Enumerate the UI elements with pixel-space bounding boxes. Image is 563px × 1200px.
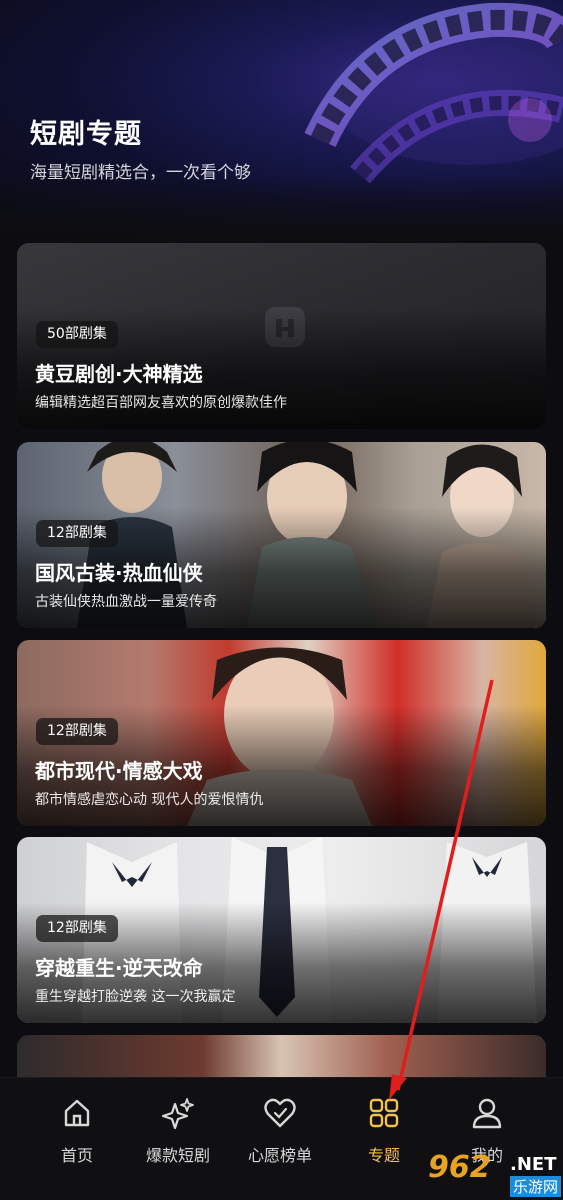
header-fade: [0, 175, 563, 235]
card-title: 国风古装·热血仙侠: [35, 561, 203, 585]
card-description: 编辑精选超百部网友喜欢的原创爆款佳作: [35, 395, 287, 411]
tab-label: 专题: [367, 1146, 400, 1165]
card-title: 黄豆剧创·大神精选: [35, 362, 203, 386]
card-title: 穿越重生·逆天改命: [35, 956, 203, 980]
episode-count-badge: 50部剧集: [36, 321, 118, 348]
card-description: 重生穿越打脸逆袭 这一次我赢定: [35, 989, 236, 1005]
page-title: 短剧专题: [30, 119, 142, 150]
grid-icon: [369, 1098, 399, 1128]
card-description: 古装仙侠热血激战一量爱传奇: [35, 594, 217, 610]
tab-home[interactable]: 首页: [27, 1096, 127, 1166]
episode-count-badge: 12部剧集: [36, 915, 118, 942]
topic-card-4[interactable]: 12部剧集 穿越重生·逆天改命 重生穿越打脸逆袭 这一次我赢定: [17, 837, 546, 1023]
watermark-sub: 乐游网: [510, 1176, 562, 1197]
card-description: 都市情感虐恋心动 现代人的爱恨情仇: [35, 792, 264, 808]
page-subtitle: 海量短剧精选合，一次看个够: [30, 163, 251, 183]
card-title: 都市现代·情感大戏: [35, 759, 203, 783]
watermark-net: .NET: [510, 1154, 557, 1175]
episode-count-badge: 12部剧集: [36, 718, 118, 745]
tab-label: 首页: [60, 1146, 93, 1165]
topic-card-1[interactable]: 50部剧集 黄豆剧创·大神精选 编辑精选超百部网友喜欢的原创爆款佳作: [17, 243, 546, 429]
tab-label: 心愿榜单: [247, 1146, 312, 1165]
tab-topics[interactable]: 专题: [334, 1096, 434, 1166]
site-watermark: 962 .NET 乐游网: [428, 1150, 563, 1200]
tab-wishlist[interactable]: 心愿榜单: [230, 1096, 330, 1166]
user-icon: [472, 1098, 502, 1129]
topic-card-2[interactable]: 12部剧集 国风古装·热血仙侠 古装仙侠热血激战一量爱传奇: [17, 442, 546, 628]
header-banner: 短剧专题 海量短剧精选合，一次看个够: [0, 0, 563, 235]
sparkle-icon: [161, 1098, 194, 1130]
watermark-logo: 962: [428, 1150, 491, 1185]
film-reel-art: [304, 2, 563, 184]
home-icon: [64, 1099, 90, 1127]
heart-icon: [264, 1098, 296, 1128]
topic-card-3[interactable]: 12部剧集 都市现代·情感大戏 都市情感虐恋心动 现代人的爱恨情仇: [17, 640, 546, 826]
tab-label: 爆款短剧: [145, 1146, 210, 1165]
episode-count-badge: 12部剧集: [36, 520, 118, 547]
tab-hot-dramas[interactable]: 爆款短剧: [128, 1096, 228, 1166]
